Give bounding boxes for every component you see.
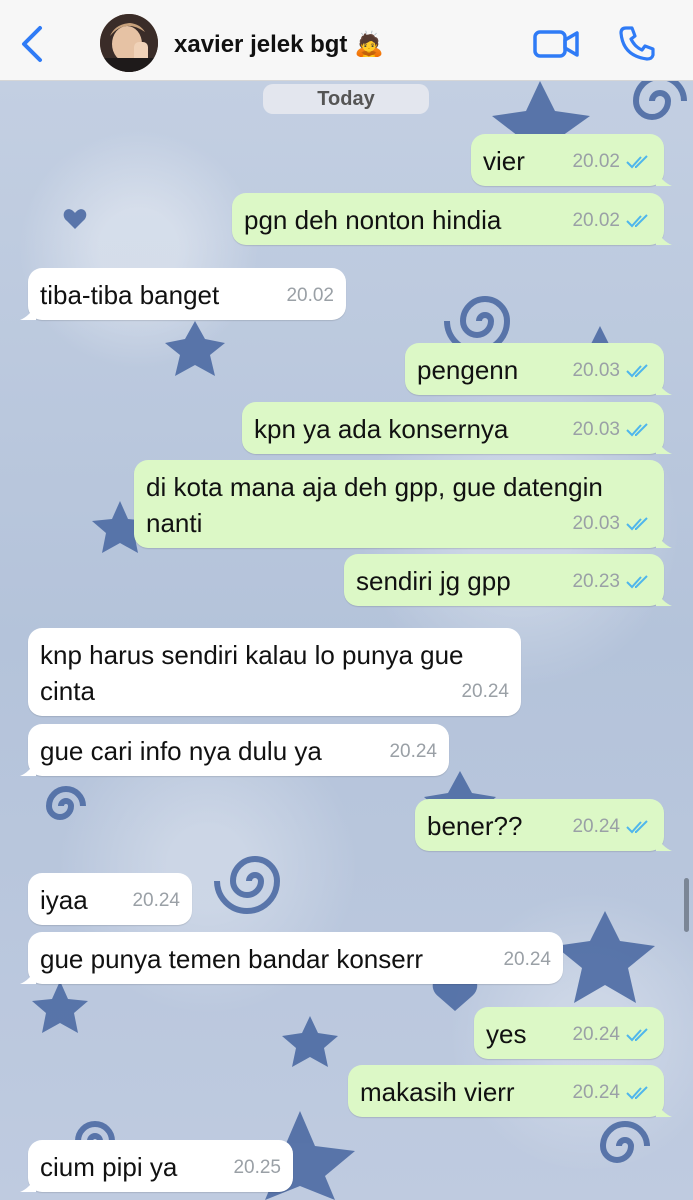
message-text: makasih vierr [360, 1077, 515, 1107]
message-time: 20.23 [572, 571, 620, 592]
message-time: 20.03 [572, 419, 620, 440]
contact-name[interactable]: xavier jelek bgt 🙇 [174, 30, 384, 59]
outgoing-message[interactable]: pgn deh nonton hindia 20.02 [232, 193, 672, 245]
message-time: 20.03 [572, 360, 620, 381]
phone-icon[interactable] [618, 24, 656, 62]
read-ticks-icon [626, 1086, 648, 1100]
bubble-tail [20, 304, 36, 320]
message-time: 20.24 [572, 1024, 620, 1045]
bubble-tail [656, 438, 672, 454]
message-text-line2: nanti [146, 508, 203, 538]
incoming-message[interactable]: knp harus sendiri kalau lo punya gue cin… [28, 628, 521, 716]
message-time: 20.24 [572, 1082, 620, 1103]
bubble-tail [656, 835, 672, 851]
outgoing-message[interactable]: sendiri jg gpp 20.23 [344, 554, 672, 606]
incoming-message[interactable]: iyaa 20.24 [28, 873, 192, 925]
message-text-line1: knp harus sendiri kalau lo punya gue [40, 640, 464, 670]
bubble-tail [656, 229, 672, 245]
video-call-icon[interactable] [532, 26, 580, 62]
message-text: iyaa [40, 885, 88, 915]
message-time: 20.24 [132, 890, 180, 911]
outgoing-message[interactable]: yes 20.24 [474, 1007, 664, 1059]
message-text: bener?? [427, 811, 523, 841]
message-time: 20.02 [572, 210, 620, 231]
read-ticks-icon [626, 517, 648, 531]
incoming-message[interactable]: cium pipi ya 20.25 [20, 1140, 293, 1192]
message-text: pengenn [417, 355, 519, 385]
incoming-message[interactable]: tiba-tiba banget 20.02 [20, 268, 346, 320]
avatar[interactable] [100, 14, 158, 72]
message-time: 20.02 [286, 285, 334, 306]
bubble-tail [20, 760, 36, 776]
outgoing-message[interactable]: kpn ya ada konsernya 20.03 [242, 402, 672, 454]
bubble-tail [656, 532, 672, 548]
message-time: 20.24 [572, 816, 620, 837]
chevron-left-icon[interactable] [18, 24, 48, 64]
message-time: 20.24 [461, 681, 509, 702]
read-ticks-icon [626, 423, 648, 437]
message-text: tiba-tiba banget [40, 280, 220, 310]
bubble-tail [20, 968, 36, 984]
incoming-message[interactable]: gue punya temen bandar konserr 20.24 [20, 932, 563, 984]
message-text-line2: cinta [40, 676, 95, 706]
message-text-line1: di kota mana aja deh gpp, gue datengin [146, 472, 603, 502]
message-time: 20.02 [572, 151, 620, 172]
message-time: 20.24 [389, 741, 437, 762]
bubble-tail [656, 170, 672, 186]
message-text: vier [483, 146, 525, 176]
message-time: 20.25 [233, 1157, 281, 1178]
read-ticks-icon [626, 155, 648, 169]
bubble-tail [20, 1176, 36, 1192]
bubble-tail [656, 1101, 672, 1117]
message-text: yes [486, 1019, 527, 1049]
outgoing-message[interactable]: vier 20.02 [471, 134, 672, 186]
read-ticks-icon [626, 364, 648, 378]
message-time: 20.24 [503, 949, 551, 970]
message-text: gue punya temen bandar konserr [40, 944, 424, 974]
outgoing-message[interactable]: bener?? 20.24 [415, 799, 672, 851]
date-chip: Today [263, 84, 429, 114]
bubble-tail [656, 379, 672, 395]
message-text: sendiri jg gpp [356, 566, 511, 596]
read-ticks-icon [626, 214, 648, 228]
avatar-photo-icon [100, 14, 158, 72]
message-text: pgn deh nonton hindia [244, 205, 502, 235]
message-text: kpn ya ada konsernya [254, 414, 509, 444]
message-text: gue cari info nya dulu ya [40, 736, 322, 766]
scrollbar[interactable] [684, 878, 689, 932]
outgoing-message[interactable]: pengenn 20.03 [405, 343, 672, 395]
read-ticks-icon [626, 820, 648, 834]
read-ticks-icon [626, 575, 648, 589]
chat-header: xavier jelek bgt 🙇 [0, 0, 693, 81]
incoming-message[interactable]: gue cari info nya dulu ya 20.24 [20, 724, 449, 776]
bubble-tail [656, 590, 672, 606]
outgoing-message[interactable]: di kota mana aja deh gpp, gue datengin n… [134, 460, 672, 548]
outgoing-message[interactable]: makasih vierr 20.24 [348, 1065, 672, 1117]
message-time: 20.03 [572, 513, 620, 534]
read-ticks-icon [626, 1028, 648, 1042]
message-text: cium pipi ya [40, 1152, 178, 1182]
